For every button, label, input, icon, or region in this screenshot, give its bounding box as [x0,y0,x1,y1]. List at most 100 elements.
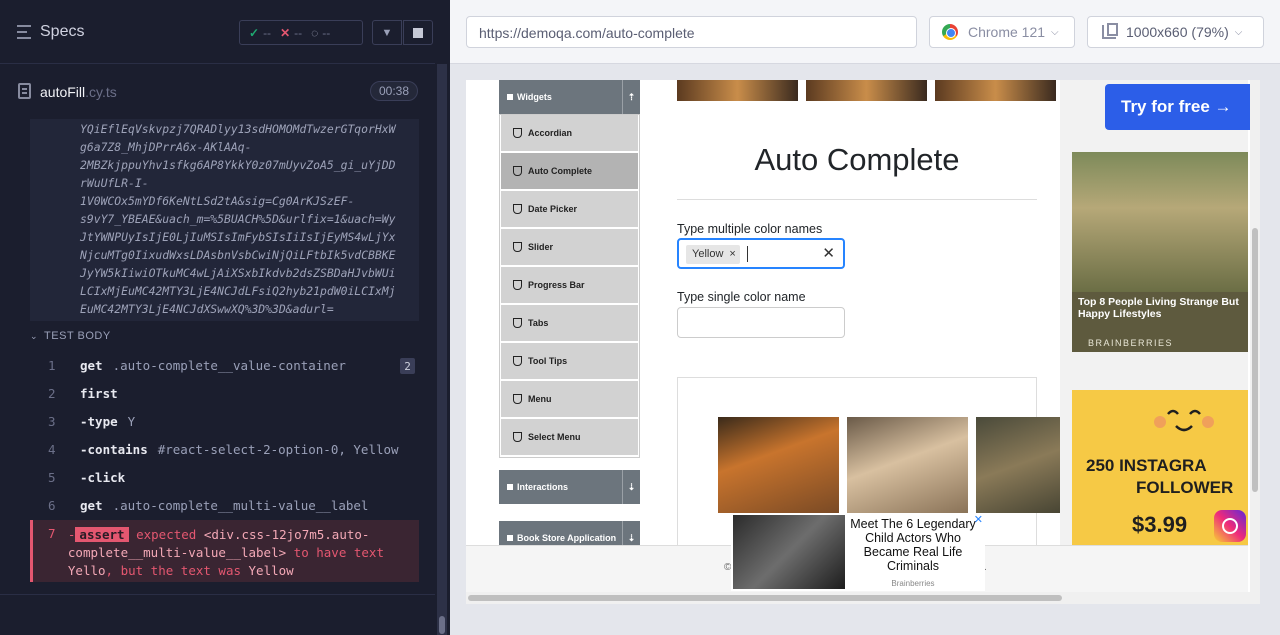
multi-color-input[interactable]: Yellow × ✕ [677,238,845,269]
sidebar-item[interactable]: Tool Tips [501,343,638,381]
shield-icon [513,242,522,252]
popup-ad[interactable]: Meet The 6 Legendary Child Actors Who Be… [731,513,985,591]
shield-icon [513,128,522,138]
ad-image[interactable] [935,80,1056,101]
smiley-icon [1154,409,1214,432]
url-bar[interactable]: https://demoqa.com/auto-complete [466,16,917,48]
ad-image[interactable] [718,417,839,513]
remove-chip-icon[interactable]: × [729,248,735,260]
pending-stat: ◌ -- [311,25,331,40]
shield-icon [513,280,522,290]
viewport-icon [1102,23,1118,39]
specs-list-icon[interactable] [17,25,33,39]
specs-header: Specs ✓ -- ✕ -- ◌ -- ▼ [0,0,435,64]
command-message: .auto-complete__multi-value__label [112,497,369,513]
command-number: 4 [48,441,56,457]
assert-message: - assert expected <div.css-12jo7m5.auto-c… [67,527,384,578]
command-name: -type [80,413,118,429]
command-number: 2 [48,385,56,401]
log-url-fragment: YQiEflEqVskvpzj7QRADlyy13sdHOMOMdTwzerGT… [30,119,419,321]
single-color-input[interactable] [677,307,845,338]
brainberries-ad[interactable]: Top 8 People Living Strange But Happy Li… [1072,152,1248,352]
chrome-icon [942,24,958,40]
command-row[interactable]: 1 get .auto-complete__value-container 2 [30,351,419,379]
browser-selector[interactable]: Chrome 121 ⌵ [929,16,1075,48]
shield-icon [513,356,522,366]
command-number: 3 [48,413,56,429]
shield-icon [513,318,522,328]
command-message: .auto-complete__value-container [112,357,346,373]
shield-icon [513,204,522,214]
sidebar-item[interactable]: Tabs [501,305,638,343]
divider [677,199,1037,200]
ad-image[interactable] [806,80,927,101]
collapse-icon: ⇡ [622,80,640,114]
single-color-label: Type single color name [677,290,806,304]
command-name: -click [80,469,126,485]
sidebar-item[interactable]: Slider [501,229,638,267]
document-icon [18,83,31,99]
passed-stat: ✓ -- [249,25,272,40]
divider [0,594,435,595]
shield-icon [513,166,522,176]
instagram-ad[interactable]: 250 INSTAGRA FOLLOWER $3.99 [1072,390,1248,550]
app-under-test: Widgets ⇡ Accordian Auto Complete Date Pic… [466,80,1260,604]
spec-file-name[interactable]: autoFill.cy.ts [40,84,117,100]
test-body-header[interactable]: ⌄ TEST BODY [30,330,111,342]
command-name: -contains [80,441,148,457]
chevron-down-icon: ⌵ [1051,26,1059,38]
spinner-icon: ◌ [311,25,319,40]
try-for-free-button[interactable]: Try for free → [1105,84,1255,130]
command-row[interactable]: 6 get .auto-complete__multi-value__label [30,491,419,519]
sidebar-item[interactable]: Select Menu [501,419,638,457]
stop-button[interactable] [403,20,433,45]
ad-photo [1072,152,1248,292]
top-ad-images [677,80,1059,101]
right-ad-column: Try for free → Top 8 People Living Stran… [1060,80,1255,550]
chevron-down-icon[interactable]: ▼ [372,20,402,45]
sidebar-item[interactable]: Accordian [501,115,638,153]
spec-duration: 00:38 [370,81,418,101]
aut-horizontal-scrollbar[interactable] [466,592,1260,604]
aut-vertical-scrollbar[interactable] [1250,80,1260,604]
specs-title[interactable]: Specs [40,23,84,41]
sidebar-item[interactable]: Date Picker [501,191,638,229]
command-assert-error[interactable]: 7 - assert expected <div.css-12jo7m5.auto… [30,520,419,582]
color-chip: Yellow × [686,245,740,264]
close-icon[interactable]: ✕ [974,513,983,526]
demoqa-sidebar: Widgets ⇡ Accordian Auto Complete Date Pic… [499,80,640,555]
multi-color-label: Type multiple color names [677,222,823,236]
element-count-badge: 2 [400,358,415,374]
group-widgets[interactable]: Widgets ⇡ [499,80,640,114]
widgets-menu: Accordian Auto Complete Date Picker Slider P… [499,114,640,458]
ad-line: 250 INSTAGRA [1086,456,1207,475]
command-row[interactable]: 3 -type Y [30,407,419,435]
sidebar-item[interactable]: Progress Bar [501,267,638,305]
shield-icon [513,394,522,404]
sidebar-item[interactable]: Auto Complete [501,153,638,191]
sidebar-item[interactable]: Menu [501,381,638,419]
ad-brand: Brainberries [891,579,935,588]
reporter-scrollbar[interactable] [437,64,447,635]
spec-file-row: autoFill.cy.ts 00:38 [0,72,435,112]
instagram-icon [1214,510,1246,542]
ad-image[interactable] [847,417,968,513]
ad-line: FOLLOWER [1136,478,1234,497]
group-interactions[interactable]: Interactions ⇣ [499,470,640,504]
ad-image[interactable] [677,80,798,101]
page-title: Auto Complete [754,142,960,177]
command-name: get [80,357,103,373]
command-number: 1 [48,357,56,373]
command-row[interactable]: 2 first [30,379,419,407]
command-row[interactable]: 5 -click [30,463,419,491]
command-message: Y [127,413,136,429]
clear-icon[interactable]: ✕ [822,244,835,262]
command-message: #react-select-2-option-0, Yellow [157,441,399,457]
command-row[interactable]: 4 -contains #react-select-2-option-0, Yell… [30,435,419,463]
viewport-selector[interactable]: 1000x660 (79%) ⌵ [1087,16,1264,48]
command-name: get [80,497,103,513]
text-cursor [747,246,748,262]
interactions-icon [507,484,513,490]
widgets-icon [507,94,513,100]
ad-headline: Top 8 People Living Strange But Happy Li… [1078,296,1239,320]
